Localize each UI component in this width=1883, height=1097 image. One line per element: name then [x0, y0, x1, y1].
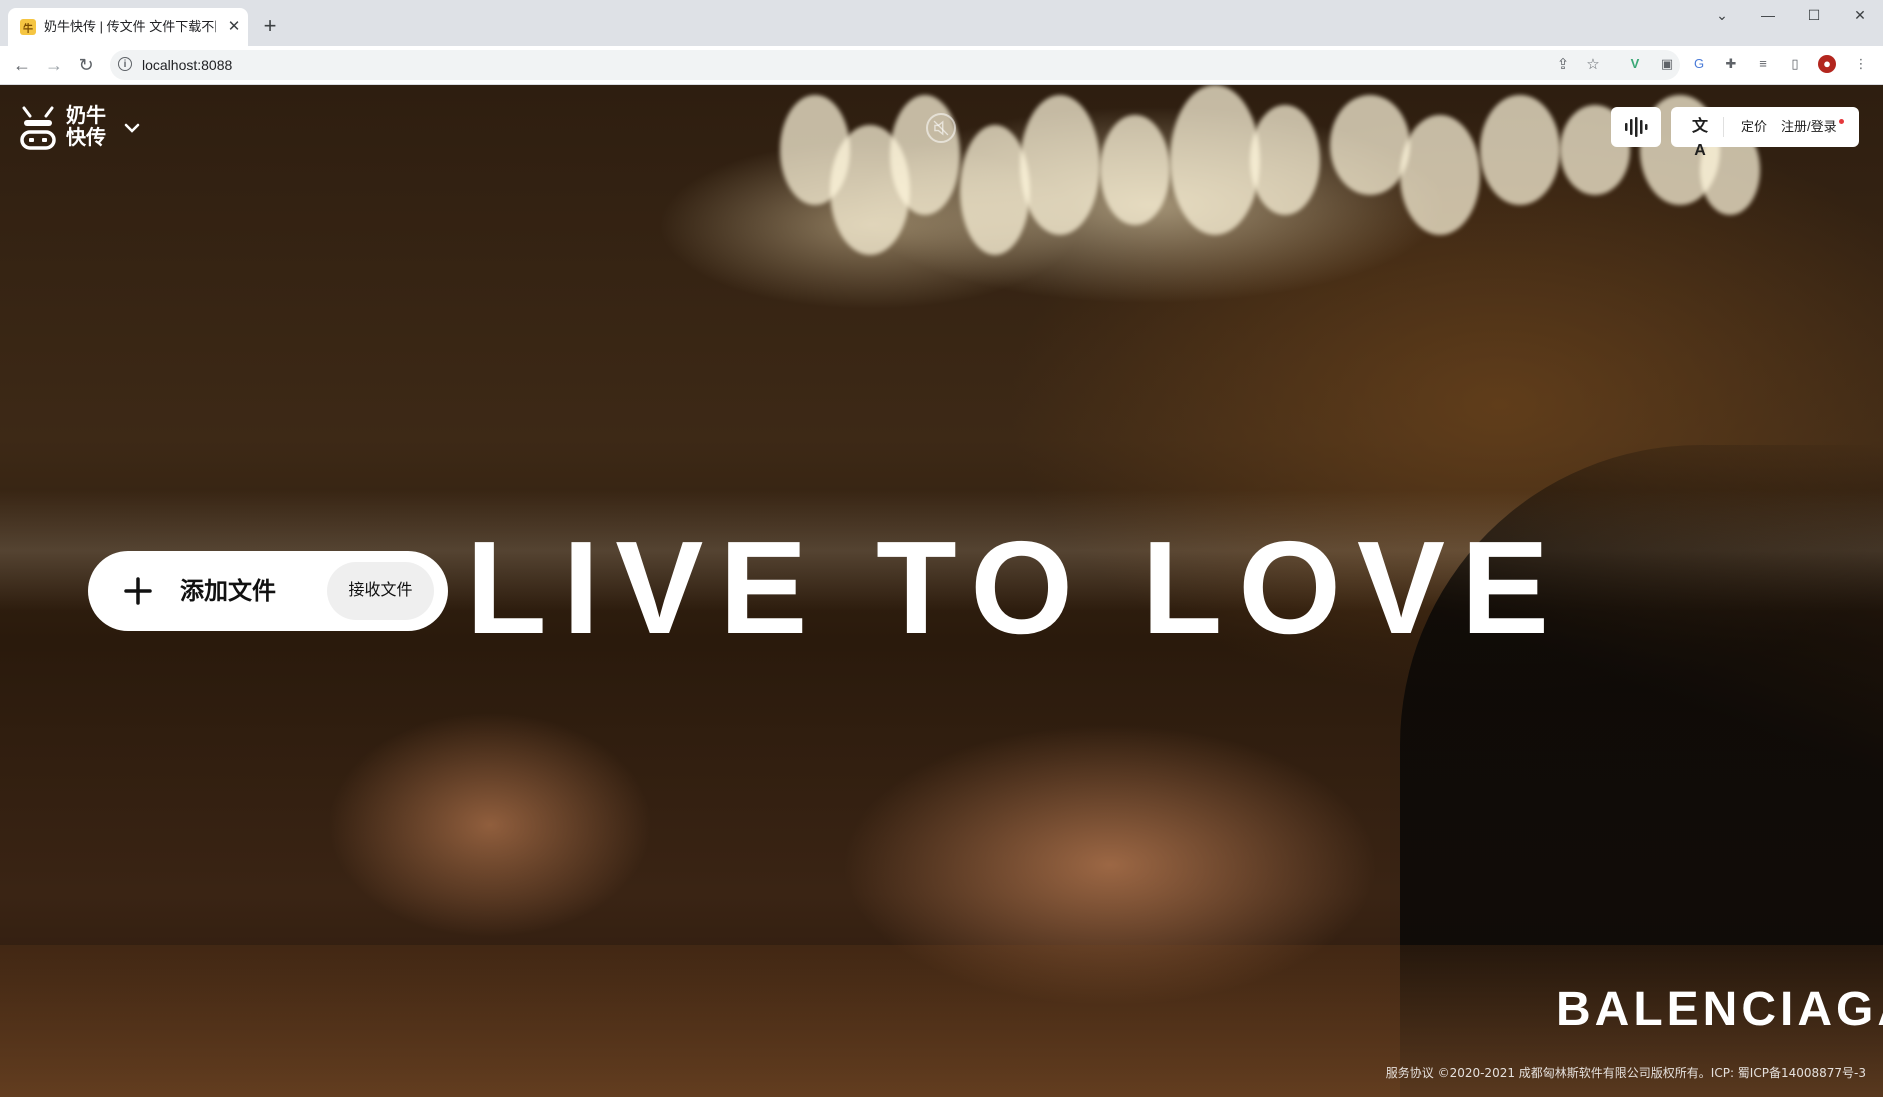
logo-wordmark[interactable]: 奶牛 快传	[66, 104, 116, 152]
logo-line-1: 奶牛	[66, 103, 106, 127]
speaker-muted-icon[interactable]	[926, 113, 956, 143]
minimize-button[interactable]: —	[1745, 0, 1791, 30]
bokeh-light	[1170, 85, 1260, 235]
side-panel-icon[interactable]: ▯	[1786, 55, 1804, 73]
login-link[interactable]: 注册/登录	[1781, 107, 1837, 147]
new-tab-button[interactable]: +	[258, 15, 282, 39]
star-icon[interactable]: ☆	[1584, 56, 1602, 74]
arrow-right-icon[interactable]: →	[40, 51, 68, 79]
nav-divider	[1723, 117, 1724, 137]
waveform-icon	[1625, 117, 1648, 137]
bokeh-light	[1400, 115, 1480, 235]
tab-search-icon[interactable]: ⌄	[1699, 0, 1745, 30]
close-window-button[interactable]: ✕	[1837, 0, 1883, 30]
address-bar[interactable]: i localhost:8088 ⇪ ☆	[110, 50, 1680, 80]
logo-line-2: 快传	[66, 125, 106, 149]
maximize-button[interactable]: ☐	[1791, 0, 1837, 30]
pricing-link[interactable]: 定价	[1741, 107, 1767, 147]
upload-pill: 添加文件 接收文件	[88, 551, 448, 631]
cow-favicon-icon: 牛	[20, 19, 36, 35]
bokeh-light	[960, 125, 1030, 255]
cow-logo-icon[interactable]	[20, 104, 56, 152]
bokeh-light	[1250, 105, 1320, 215]
bokeh-light	[1020, 95, 1100, 235]
reading-list-icon[interactable]: ≡	[1754, 55, 1772, 73]
brand-logo: BALENCIAGA	[1556, 983, 1883, 1036]
bokeh-light	[1480, 95, 1560, 205]
extension-icon[interactable]: ▣	[1658, 55, 1676, 73]
vue-devtools-icon[interactable]: V	[1626, 55, 1644, 73]
arrow-left-icon[interactable]: ←	[8, 51, 36, 79]
url-text[interactable]: localhost:8088	[142, 50, 232, 80]
tab-title: 奶牛快传 | 传文件 文件下载不限速	[44, 19, 216, 34]
puzzle-icon[interactable]: ✚	[1722, 55, 1740, 73]
hero-title: LIVE TO LOVE	[466, 514, 1566, 661]
browser-tab[interactable]: 牛 奶牛快传 | 传文件 文件下载不限速 ✕	[8, 8, 248, 46]
bokeh-light	[1330, 95, 1410, 195]
info-icon[interactable]: i	[118, 57, 132, 71]
waveform-button[interactable]	[1611, 107, 1661, 147]
share-icon[interactable]: ⇪	[1554, 56, 1572, 74]
plus-icon[interactable]	[124, 577, 152, 605]
more-menu-icon[interactable]: ⋮	[1852, 55, 1870, 73]
bokeh-light	[890, 95, 960, 215]
browser-tabstrip: 牛 奶牛快传 | 传文件 文件下载不限速 ✕ + ⌄ — ☐ ✕	[0, 0, 1883, 46]
profile-avatar[interactable]: ●	[1818, 55, 1836, 73]
notification-dot	[1839, 119, 1844, 124]
chevron-down-icon[interactable]	[122, 118, 142, 138]
footer-copyright: 服务协议 ©2020-2021 成都匈林斯软件有限公司版权所有。ICP: 蜀IC…	[1385, 1066, 1866, 1080]
reload-icon[interactable]: ↻	[72, 51, 100, 79]
receive-file-button[interactable]: 接收文件	[327, 562, 434, 620]
translate-icon[interactable]: 文A	[1689, 115, 1711, 159]
add-file-button[interactable]: 添加文件	[180, 551, 276, 631]
browser-toolbar: ← → ↻ i localhost:8088 ⇪ ☆ V ▣ G ✚ ≡ ▯ ●…	[0, 46, 1883, 85]
header-nav: 文A 定价 注册/登录	[1671, 107, 1859, 159]
bokeh-light	[1100, 115, 1170, 225]
google-translate-icon[interactable]: G	[1690, 55, 1708, 73]
tab-close-button[interactable]: ✕	[224, 17, 244, 37]
